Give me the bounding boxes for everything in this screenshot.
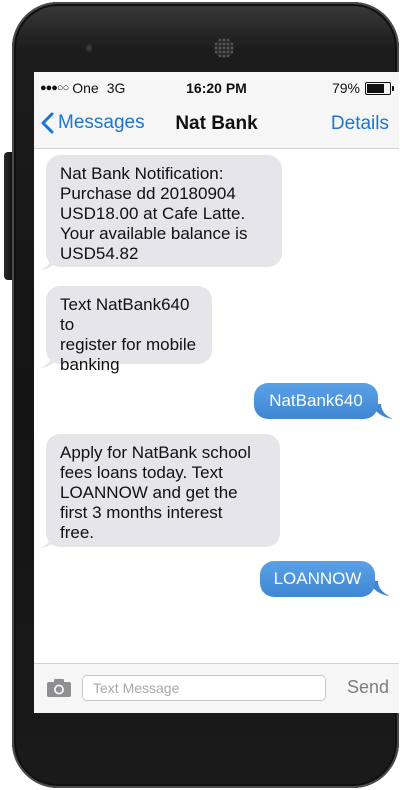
message-input[interactable] <box>82 675 326 701</box>
chevron-left-icon <box>41 112 54 134</box>
back-button-label: Messages <box>58 112 145 133</box>
message-bubble-sent: NatBank640 <box>254 383 378 419</box>
phone-screen: ●●●○○ One 3G 16:20 PM 79% Messages Nat B… <box>34 72 399 713</box>
camera-icon[interactable] <box>46 678 72 698</box>
back-to-messages-button[interactable]: Messages <box>40 112 145 134</box>
battery-fill <box>367 83 385 93</box>
front-camera-icon <box>85 44 93 52</box>
message-thread: Nat Bank Notification: Purchase dd 20180… <box>34 149 399 663</box>
navigation-bar: Messages Nat Bank Details <box>34 102 399 149</box>
details-button[interactable]: Details <box>331 113 389 135</box>
message-bubble-received: Nat Bank Notification: Purchase dd 20180… <box>46 155 282 267</box>
phone-mockup: ●●●○○ One 3G 16:20 PM 79% Messages Nat B… <box>0 0 400 790</box>
message-composer: Send <box>34 663 399 713</box>
send-button[interactable]: Send <box>347 677 389 698</box>
status-right: 79% <box>331 80 394 96</box>
message-bubble-received: Text NatBank640 to register for mobile b… <box>46 286 212 374</box>
message-bubble-received: Apply for NatBank school fees loans toda… <box>46 434 280 547</box>
battery-icon <box>365 81 394 95</box>
speaker-icon <box>214 38 234 58</box>
battery-percentage: 79% <box>331 80 360 96</box>
message-bubble-sent: LOANNOW <box>260 561 375 597</box>
phone-body: ●●●○○ One 3G 16:20 PM 79% Messages Nat B… <box>12 2 399 788</box>
status-bar: ●●●○○ One 3G 16:20 PM 79% <box>34 72 399 102</box>
